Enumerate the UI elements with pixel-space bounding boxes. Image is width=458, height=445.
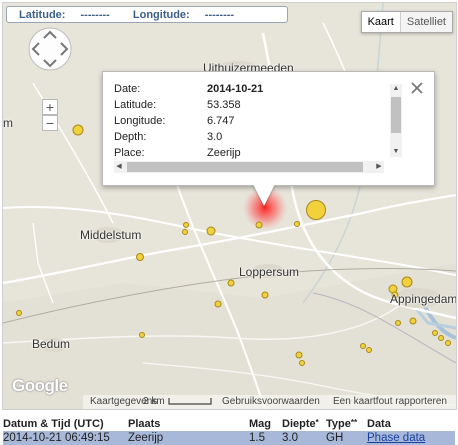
column-header-datetime[interactable]: Datum & Tijd (UTC): [3, 417, 128, 431]
quake-marker[interactable]: [432, 330, 438, 336]
cell-depth: 3.0: [282, 431, 326, 445]
cell-type: GH: [326, 431, 367, 445]
depth-footnote-mark: *: [315, 418, 319, 427]
quake-marker[interactable]: [395, 320, 401, 326]
table-header-row: Datum & Tijd (UTC) Plaats Mag Diepte* Ty…: [3, 417, 455, 431]
info-window-pointer: [253, 184, 275, 206]
terms-link[interactable]: Gebruiksvoorwaarden: [222, 396, 320, 407]
longitude-value: --------: [204, 9, 235, 21]
latitude-label: Latitude:: [19, 9, 66, 21]
quake-marker[interactable]: [16, 310, 22, 316]
cell-mag: 1.5: [249, 431, 282, 445]
place-label-middelstum: Middelstum: [80, 228, 142, 242]
map-attribution-bar: Kaartgegevens 2 km Gebruiksvoorwaarden E…: [3, 395, 456, 409]
google-logo[interactable]: Google: [12, 376, 68, 396]
column-header-data[interactable]: Data: [367, 417, 455, 431]
quake-marker[interactable]: [366, 347, 372, 353]
earthquake-results-table: Datum & Tijd (UTC) Plaats Mag Diepte* Ty…: [3, 417, 455, 445]
info-key: Place:: [114, 147, 145, 159]
latitude-value: --------: [80, 9, 110, 21]
place-label-partial: m: [3, 116, 13, 130]
info-row-place: Place: Zeerijp: [114, 145, 263, 161]
scroll-down-icon[interactable]: ▼: [390, 147, 402, 157]
quake-marker[interactable]: [214, 300, 222, 308]
info-vertical-scrollbar[interactable]: ▲ ▼: [390, 84, 402, 157]
quake-marker[interactable]: [136, 253, 144, 261]
quake-marker[interactable]: [445, 340, 451, 346]
quake-marker[interactable]: [182, 229, 188, 235]
scroll-thumb[interactable]: [391, 97, 401, 133]
column-header-place[interactable]: Plaats: [128, 417, 249, 431]
quake-marker[interactable]: [139, 332, 145, 338]
pan-control[interactable]: [27, 26, 73, 72]
quake-marker[interactable]: [360, 343, 366, 349]
map-type-control: Kaart Satelliet: [360, 11, 453, 33]
longitude-label: Longitude:: [132, 9, 190, 21]
info-row-depth: Depth: 3.0: [114, 129, 263, 145]
map-type-kaart-button[interactable]: Kaart: [361, 12, 401, 32]
quake-marker[interactable]: [401, 276, 413, 288]
quake-marker[interactable]: [438, 335, 444, 341]
quake-marker[interactable]: [299, 360, 305, 366]
pan-compass-icon: [28, 27, 72, 71]
place-label-appingedam: Appingedam: [390, 292, 457, 306]
quake-marker[interactable]: [72, 124, 84, 136]
scroll-right-icon[interactable]: ▶: [374, 161, 384, 173]
cell-place: Zeerijp: [128, 431, 249, 445]
place-label-loppersum: Loppersum: [239, 265, 300, 279]
cell-datetime: 2014-10-21 06:49:15: [3, 431, 128, 445]
info-row-latitude: Latitude: 53.358: [114, 97, 263, 113]
quake-marker[interactable]: [255, 221, 263, 229]
zoom-control: + −: [42, 99, 58, 131]
quake-marker[interactable]: [306, 200, 326, 220]
info-value: Zeerijp: [207, 147, 241, 159]
info-value: 6.747: [207, 115, 235, 127]
quake-info-table: Date: 2014-10-21 Latitude: 53.358 Longit…: [114, 81, 263, 161]
type-footnote-mark: **: [350, 418, 358, 427]
quake-marker[interactable]: [295, 351, 303, 359]
scale-label: 2 km: [143, 396, 165, 407]
zoom-in-button[interactable]: +: [42, 99, 58, 115]
scroll-up-icon[interactable]: ▲: [390, 84, 402, 94]
coordinate-readout: Latitude: -------- Longitude: --------: [6, 6, 288, 23]
map-canvas[interactable]: Uithuizermeeden Middelstum Loppersum App…: [2, 2, 457, 410]
quake-info-window: Date: 2014-10-21 Latitude: 53.358 Longit…: [102, 71, 435, 186]
info-value: 2014-10-21: [207, 83, 264, 95]
column-header-type[interactable]: Type**: [326, 417, 367, 431]
info-value: 3.0: [207, 131, 223, 143]
info-value: 53.358: [207, 99, 241, 111]
phase-data-link[interactable]: Phase data: [367, 432, 425, 444]
scale-bar-icon: [168, 398, 212, 405]
info-key: Longitude:: [114, 115, 166, 127]
scroll-left-icon[interactable]: ◀: [114, 161, 124, 173]
quake-marker[interactable]: [206, 226, 216, 236]
column-header-depth[interactable]: Diepte*: [282, 417, 326, 431]
info-row-longitude: Longitude: 6.747: [114, 113, 263, 129]
info-row-date: Date: 2014-10-21: [114, 81, 263, 97]
table-row[interactable]: 2014-10-21 06:49:15 Zeerijp 1.5 3.0 GH P…: [3, 431, 455, 445]
place-label-bedum: Bedum: [32, 337, 71, 351]
quake-marker[interactable]: [409, 317, 417, 325]
quake-marker[interactable]: [183, 222, 189, 228]
info-key: Depth:: [114, 131, 147, 143]
map-type-satellite-button[interactable]: Satelliet: [400, 12, 452, 32]
info-key: Date:: [114, 83, 141, 95]
quake-marker[interactable]: [227, 279, 235, 287]
column-header-mag[interactable]: Mag: [249, 417, 282, 431]
close-icon[interactable]: [410, 81, 424, 95]
quake-marker[interactable]: [294, 221, 300, 227]
quake-marker[interactable]: [261, 291, 269, 299]
scroll-thumb[interactable]: [127, 162, 363, 172]
info-key: Latitude:: [114, 99, 157, 111]
info-horizontal-scrollbar[interactable]: ◀ ▶: [114, 161, 384, 173]
zoom-out-button[interactable]: −: [42, 115, 58, 131]
report-map-error-link[interactable]: Een kaartfout rapporteren: [333, 396, 447, 407]
cell-data: Phase data: [367, 431, 455, 445]
